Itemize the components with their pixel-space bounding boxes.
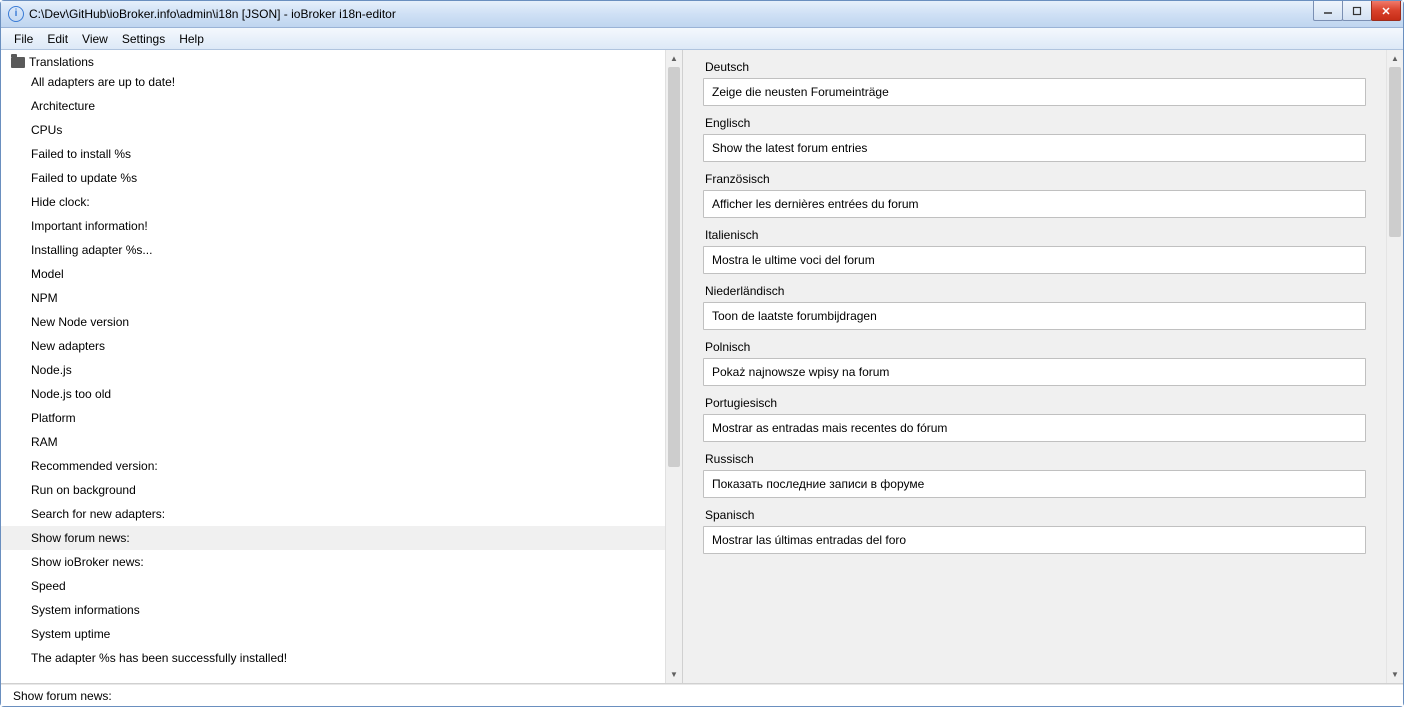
tree-root[interactable]: Translations xyxy=(1,50,665,70)
tree-pane: Translations All adapters are up to date… xyxy=(1,50,683,683)
tree-item[interactable]: Important information! xyxy=(1,214,665,238)
translation-input[interactable] xyxy=(703,358,1366,386)
scroll-up-icon[interactable]: ▲ xyxy=(1387,50,1403,67)
tree-item[interactable]: Run on background xyxy=(1,478,665,502)
tree-item[interactable]: Show ioBroker news: xyxy=(1,550,665,574)
field-group: Englisch xyxy=(703,116,1366,162)
menubar: File Edit View Settings Help xyxy=(1,28,1403,50)
tree-item[interactable]: RAM xyxy=(1,430,665,454)
field-label: Portugiesisch xyxy=(703,396,1366,410)
close-button[interactable] xyxy=(1371,1,1401,21)
field-label: Russisch xyxy=(703,452,1366,466)
tree-item[interactable]: Failed to update %s xyxy=(1,166,665,190)
field-label: Italienisch xyxy=(703,228,1366,242)
window-title: C:\Dev\GitHub\ioBroker.info\admin\i18n [… xyxy=(29,7,396,21)
translation-input[interactable] xyxy=(703,134,1366,162)
translation-input[interactable] xyxy=(703,302,1366,330)
field-group: Französisch xyxy=(703,172,1366,218)
translation-tree: Translations All adapters are up to date… xyxy=(1,50,665,683)
field-group: Polnisch xyxy=(703,340,1366,386)
tree-item[interactable]: Search for new adapters: xyxy=(1,502,665,526)
scroll-down-icon[interactable]: ▼ xyxy=(1387,666,1403,683)
window-controls xyxy=(1314,1,1401,21)
tree-item[interactable]: System uptime xyxy=(1,622,665,646)
menu-edit[interactable]: Edit xyxy=(40,30,75,48)
content-area: Translations All adapters are up to date… xyxy=(1,50,1403,684)
menu-view[interactable]: View xyxy=(75,30,115,48)
left-scrollbar[interactable]: ▲ ▼ xyxy=(665,50,682,683)
tree-item[interactable]: System informations xyxy=(1,598,665,622)
maximize-button[interactable] xyxy=(1342,1,1372,21)
translation-input[interactable] xyxy=(703,246,1366,274)
minimize-button[interactable] xyxy=(1313,1,1343,21)
menu-file[interactable]: File xyxy=(7,30,40,48)
field-group: Portugiesisch xyxy=(703,396,1366,442)
translation-input[interactable] xyxy=(703,78,1366,106)
tree-item[interactable]: Node.js xyxy=(1,358,665,382)
field-group: Russisch xyxy=(703,452,1366,498)
field-group: Spanisch xyxy=(703,508,1366,554)
scroll-thumb[interactable] xyxy=(668,67,680,467)
scroll-down-icon[interactable]: ▼ xyxy=(666,666,682,683)
folder-icon xyxy=(11,57,25,68)
tree-item[interactable]: New Node version xyxy=(1,310,665,334)
tree-item[interactable]: Failed to install %s xyxy=(1,142,665,166)
tree-item[interactable]: Model xyxy=(1,262,665,286)
tree-item[interactable]: New adapters xyxy=(1,334,665,358)
tree-item[interactable]: Recommended version: xyxy=(1,454,665,478)
translation-input[interactable] xyxy=(703,190,1366,218)
tree-item[interactable]: Show forum news: xyxy=(1,526,665,550)
tree-item[interactable]: Hide clock: xyxy=(1,190,665,214)
statusbar: Show forum news: xyxy=(1,684,1403,706)
editor-form: Deutsch Englisch Französisch Italienisch Nie… xyxy=(683,50,1386,683)
field-label: Englisch xyxy=(703,116,1366,130)
field-label: Spanisch xyxy=(703,508,1366,522)
field-group: Italienisch xyxy=(703,228,1366,274)
menu-help[interactable]: Help xyxy=(172,30,211,48)
tree-item[interactable]: Installing adapter %s... xyxy=(1,238,665,262)
field-group: Deutsch xyxy=(703,60,1366,106)
titlebar: i C:\Dev\GitHub\ioBroker.info\admin\i18n… xyxy=(1,1,1403,28)
scroll-up-icon[interactable]: ▲ xyxy=(666,50,682,67)
app-icon: i xyxy=(8,6,24,22)
tree-item[interactable]: Speed xyxy=(1,574,665,598)
right-scrollbar[interactable]: ▲ ▼ xyxy=(1386,50,1403,683)
tree-item[interactable]: NPM xyxy=(1,286,665,310)
scroll-thumb[interactable] xyxy=(1389,67,1401,237)
tree-item[interactable]: Node.js too old xyxy=(1,382,665,406)
field-group: Niederländisch xyxy=(703,284,1366,330)
tree-root-label: Translations xyxy=(29,55,94,69)
tree-item[interactable]: Architecture xyxy=(1,94,665,118)
status-text: Show forum news: xyxy=(13,689,112,703)
field-label: Polnisch xyxy=(703,340,1366,354)
translation-input[interactable] xyxy=(703,526,1366,554)
tree-item[interactable]: CPUs xyxy=(1,118,665,142)
tree-item[interactable]: The adapter %s has been successfully ins… xyxy=(1,646,665,670)
menu-settings[interactable]: Settings xyxy=(115,30,172,48)
editor-pane: Deutsch Englisch Französisch Italienisch Nie… xyxy=(683,50,1403,683)
field-label: Deutsch xyxy=(703,60,1366,74)
field-label: Niederländisch xyxy=(703,284,1366,298)
tree-item[interactable]: Platform xyxy=(1,406,665,430)
field-label: Französisch xyxy=(703,172,1366,186)
translation-input[interactable] xyxy=(703,470,1366,498)
translation-input[interactable] xyxy=(703,414,1366,442)
tree-item[interactable]: All adapters are up to date! xyxy=(1,70,665,94)
